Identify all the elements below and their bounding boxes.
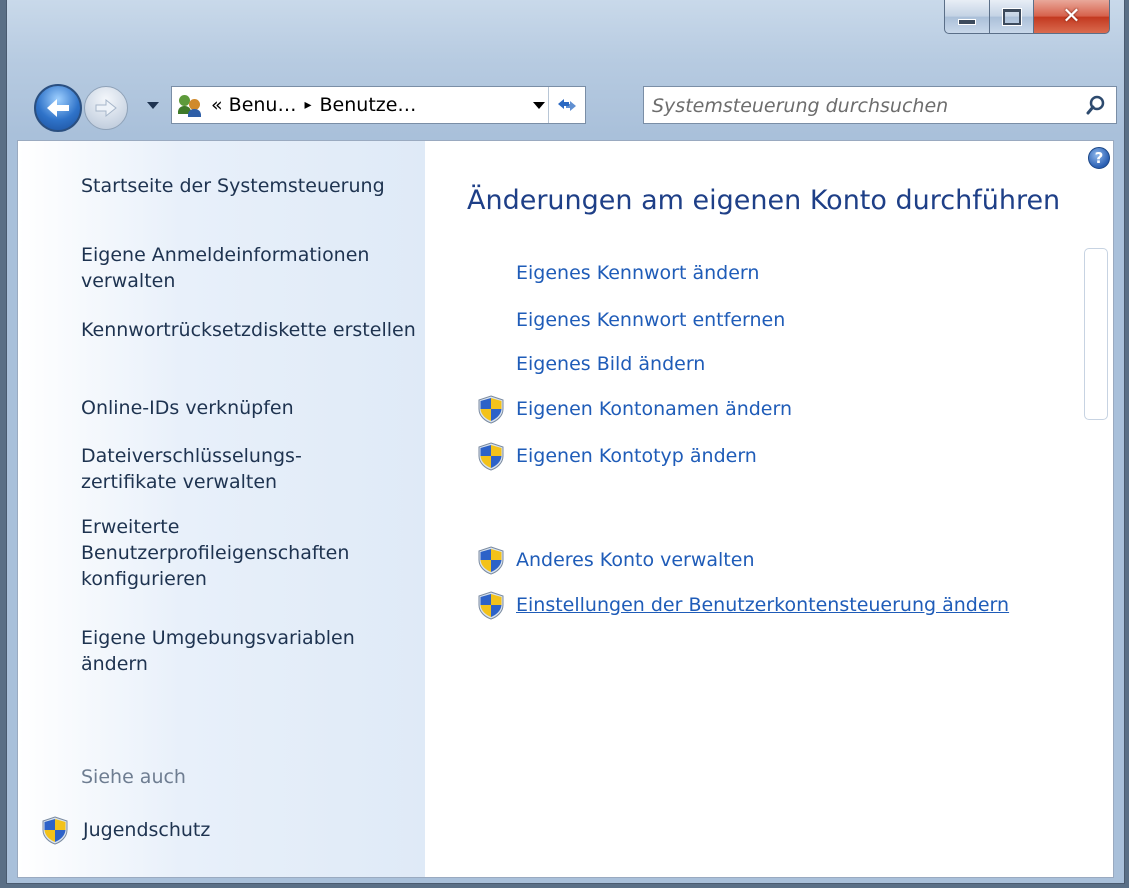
address-bar[interactable]: « Benu… ▸ Benutze…: [171, 86, 586, 124]
close-icon: ✕: [1062, 3, 1081, 29]
page-title: Änderungen am eigenen Konto durchführen: [467, 185, 1061, 216]
change-account-name-link[interactable]: Eigenen Kontonamen ändern: [516, 398, 792, 420]
task-uac-settings[interactable]: Einstellungen der Benutzerkontensteuerun…: [476, 590, 1009, 620]
recent-pages-dropdown[interactable]: [147, 102, 159, 109]
task-change-account-name[interactable]: Eigenen Kontonamen ändern: [476, 394, 792, 424]
change-picture-link[interactable]: Eigenes Bild ändern: [516, 353, 705, 375]
close-button[interactable]: ✕: [1034, 0, 1110, 34]
task-manage-other-account[interactable]: Anderes Konto verwalten: [476, 545, 755, 575]
maximize-icon: [1002, 8, 1021, 25]
remove-password-link[interactable]: Eigenes Kennwort entfernen: [516, 309, 785, 331]
uac-shield-icon: [42, 816, 68, 845]
sidebar-item-encryption-certificates[interactable]: Dateiverschlüsselungs-zertifikate verwal…: [81, 443, 331, 495]
refresh-icon: [558, 99, 576, 111]
uac-settings-link[interactable]: Einstellungen der Benutzerkontensteuerun…: [516, 594, 1009, 616]
breadcrumb-overflow[interactable]: « Benu…: [211, 94, 296, 116]
user-accounts-icon: [177, 93, 205, 117]
task-change-picture[interactable]: Eigenes Bild ändern: [476, 353, 705, 375]
control-panel-window: ✕ « Benu… ▸ Benutze… Systemsteuerung dur…: [6, 0, 1125, 884]
sidebar-item-password-reset-disk[interactable]: Kennwortrücksetzdiskette erstellen: [81, 317, 416, 343]
main-panel: ? Änderungen am eigenen Konto durchführe…: [425, 141, 1113, 877]
sidebar-item-parental-controls[interactable]: Jugendschutz: [40, 815, 210, 845]
help-icon[interactable]: ?: [1088, 147, 1110, 169]
search-input[interactable]: [650, 91, 1074, 121]
search-icon[interactable]: [1086, 95, 1106, 115]
breadcrumb-current[interactable]: Benutze…: [320, 94, 417, 116]
refresh-button[interactable]: [548, 87, 585, 123]
manage-other-account-link[interactable]: Anderes Konto verwalten: [516, 549, 755, 571]
change-password-link[interactable]: Eigenes Kennwort ändern: [516, 262, 759, 284]
sidebar-item-credentials[interactable]: Eigene Anmeldeinformationen verwalten: [81, 242, 416, 294]
uac-shield-icon: [478, 591, 504, 620]
task-change-account-type[interactable]: Eigenen Kontotyp ändern: [476, 441, 757, 471]
uac-shield-icon: [478, 546, 504, 575]
address-dropdown-icon[interactable]: [533, 102, 545, 109]
minimize-button[interactable]: [944, 0, 990, 34]
sidebar-item-online-ids[interactable]: Online-IDs verknüpfen: [81, 395, 416, 421]
minimize-icon: [958, 18, 976, 25]
change-account-type-link[interactable]: Eigenen Kontotyp ändern: [516, 445, 757, 467]
task-change-password[interactable]: Eigenes Kennwort ändern: [476, 262, 759, 284]
sidebar-item-environment-variables[interactable]: Eigene Umgebungsvariablen ändern: [81, 625, 391, 677]
uac-shield-icon: [478, 395, 504, 424]
sidebar-item-control-panel-home[interactable]: Startseite der Systemsteuerung: [81, 173, 416, 199]
breadcrumb-separator-icon[interactable]: ▸: [304, 97, 311, 113]
back-button[interactable]: [34, 84, 82, 132]
task-remove-password[interactable]: Eigenes Kennwort entfernen: [476, 309, 785, 331]
search-box[interactable]: [643, 86, 1117, 124]
forward-button[interactable]: [84, 86, 128, 130]
back-arrow-icon: [47, 99, 69, 117]
forward-arrow-icon: [95, 98, 117, 118]
parental-controls-label[interactable]: Jugendschutz: [83, 819, 210, 841]
uac-shield-icon: [478, 442, 504, 471]
content-area: Startseite der Systemsteuerung Eigene An…: [17, 140, 1114, 878]
sidebar: Startseite der Systemsteuerung Eigene An…: [18, 141, 425, 877]
caption-buttons: ✕: [944, 0, 1110, 34]
scrollbar[interactable]: [1084, 248, 1108, 420]
sidebar-item-advanced-profile[interactable]: Erweiterte Benutzerprofileigenschaften k…: [81, 514, 351, 592]
see-also-heading: Siehe auch: [81, 766, 186, 788]
maximize-button[interactable]: [990, 0, 1034, 34]
